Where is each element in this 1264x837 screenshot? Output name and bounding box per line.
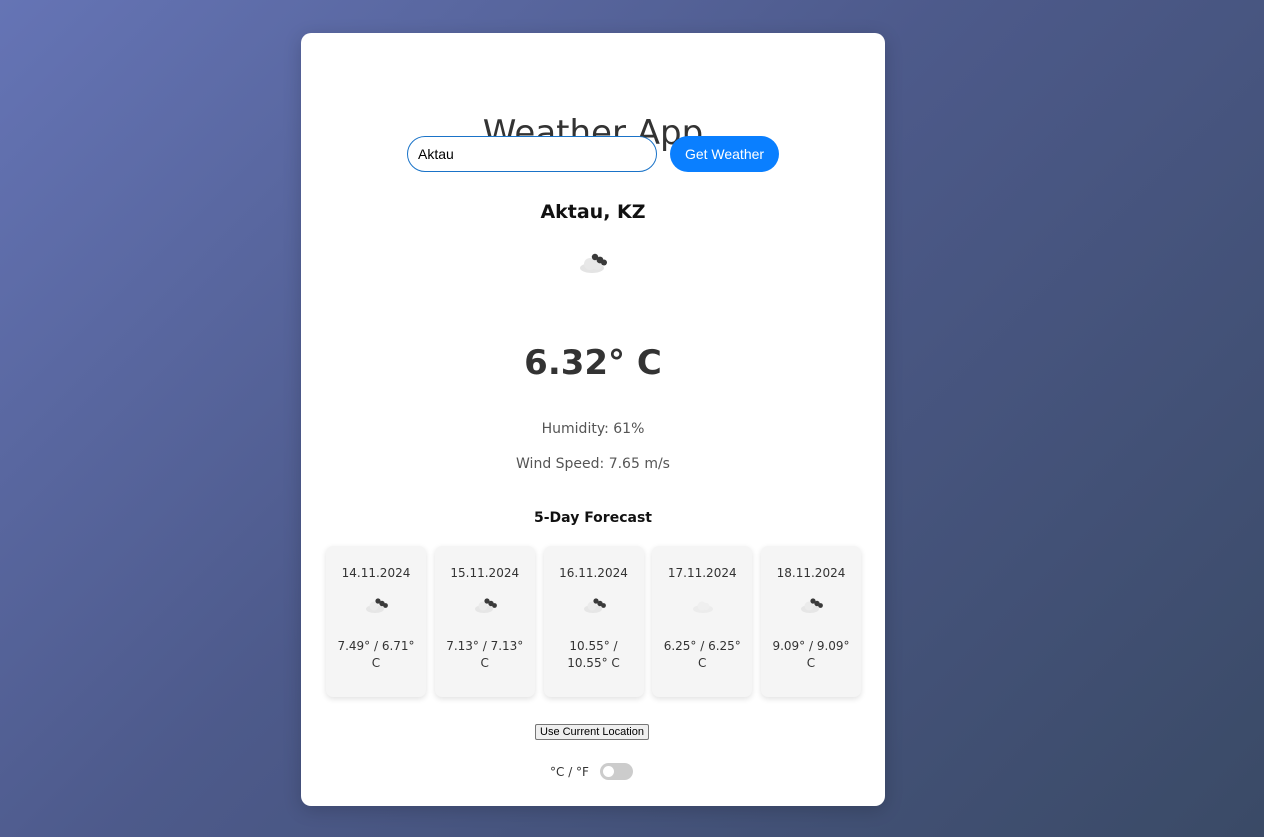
use-current-location-button[interactable]: Use Current Location [535,724,649,740]
unit-toggle-switch[interactable] [600,763,633,780]
get-weather-button[interactable]: Get Weather [670,136,779,172]
forecast-date: 14.11.2024 [341,566,411,580]
forecast-card: 16.11.2024 10.55° / 10.55° C [543,546,644,697]
forecast-temp-line1: 6.25° / 6.25° [663,639,741,653]
humidity-text: Humidity: 61% [541,421,645,437]
forecast-temp: 7.49° / 6.71° C [332,638,420,672]
cloud-icon [801,598,823,613]
forecast-date: 18.11.2024 [776,566,846,580]
forecast-temp-line1: 7.49° / 6.71° [337,639,415,653]
forecast-temp-line1: 10.55° / [569,639,618,653]
forecast-temp-line2: C [480,656,489,670]
forecast-temp: 7.13° / 7.13° C [441,638,529,672]
forecast-date: 16.11.2024 [559,566,628,580]
forecast-temp-line2: C [698,656,707,670]
current-temperature: 6.32° C [524,343,662,383]
forecast-card: 15.11.2024 7.13° / 7.13° C [434,546,535,697]
cloud-icon [580,253,607,273]
forecast-temp-line2: C [371,656,381,670]
unit-toggle-label: °C / °F [550,765,589,779]
forecast-card: 18.11.2024 9.09° / 9.09° C [761,546,861,697]
cloud-icon [366,598,388,613]
forecast-card: 17.11.2024 6.25° / 6.25° C [652,546,753,697]
forecast-card: 14.11.2024 7.49° / 6.71° C [326,546,426,697]
cloud-icon [583,598,606,613]
cloud-icon [693,601,714,613]
forecast-date: 17.11.2024 [667,566,737,580]
forecast-temp-line2: C [806,656,816,670]
forecast-title: 5-Day Forecast [534,510,652,526]
location-name: Aktau, KZ [540,201,646,223]
forecast-temp: 6.25° / 6.25° C [658,638,746,672]
forecast-date: 15.11.2024 [450,566,520,580]
forecast-temp-line1: 7.13° / 7.13° [446,639,524,653]
city-search-input[interactable] [407,136,657,172]
forecast-list: 14.11.2024 7.49° / 6.71° C 15.11.2024 7.… [326,546,861,697]
wind-speed-text: Wind Speed: 7.65 m/s [516,456,670,472]
forecast-temp-line1: 9.09° / 9.09° [772,639,850,653]
weather-card: Weather App Get Weather Aktau, KZ 6.32° … [301,33,885,806]
toggle-knob [603,766,614,777]
forecast-temp: 10.55° / 10.55° C [550,638,638,672]
cloud-icon [474,598,497,613]
forecast-temp: 9.09° / 9.09° C [767,638,855,672]
forecast-temp-line2: 10.55° C [567,656,620,670]
